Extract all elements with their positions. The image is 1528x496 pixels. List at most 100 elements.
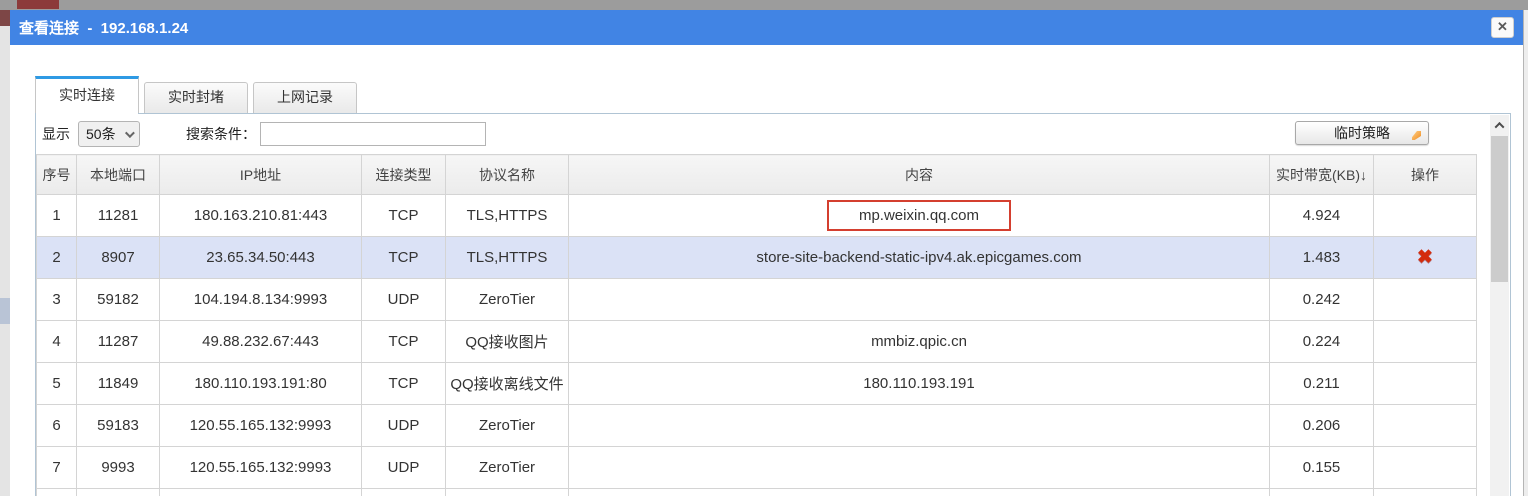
cell-protocol [446, 489, 569, 496]
cell-type: TCP [362, 363, 446, 405]
cell-ip [160, 489, 362, 496]
close-icon[interactable]: ✕ [1491, 17, 1514, 38]
show-label: 显示 [42, 124, 70, 144]
cell-content: mmbiz.qpic.cn [569, 321, 1270, 363]
chevron-down-icon [125, 128, 135, 138]
dialog-title: 查看连接 - 192.168.1.24 [10, 17, 188, 38]
col-connection-type: 连接类型 [362, 155, 446, 195]
table-row[interactable]: 79993120.55.165.132:9993UDPZeroTier 0.155 [37, 447, 1477, 489]
cell-type [362, 489, 446, 496]
cell-port: 11281 [77, 195, 160, 237]
dialog-body: 实时连接 实时封堵 上网记录 显示 50条 搜索条件： [10, 55, 1523, 496]
cell-op [1374, 447, 1477, 489]
cell-protocol: TLS,HTTPS [446, 237, 569, 279]
connections-table: 序号 本地端口 IP地址 连接类型 协议名称 内容 实时带宽(KB)↓ 操作 1… [36, 154, 1477, 496]
cell-port: 11287 [77, 321, 160, 363]
cell-op [1374, 405, 1477, 447]
background-page-scrollbar [1523, 10, 1528, 496]
screen: 查看连接 - 192.168.1.24 ✕ 实时连接 实时封堵 上网记录 显示 … [0, 0, 1528, 496]
panel-scrollbar[interactable] [1490, 115, 1509, 496]
cell-port: 8907 [77, 237, 160, 279]
col-index: 序号 [37, 155, 77, 195]
temporary-policy-button[interactable]: 临时策略 [1295, 121, 1429, 145]
cell-no [37, 489, 77, 496]
cell-type: UDP [362, 279, 446, 321]
cell-no: 7 [37, 447, 77, 489]
col-realtime-bandwidth-sort[interactable]: 实时带宽(KB)↓ [1270, 155, 1374, 195]
cell-op [1374, 279, 1477, 321]
cell-no: 5 [37, 363, 77, 405]
cell-protocol: QQ接收离线文件 [446, 363, 569, 405]
cell-op [1374, 195, 1477, 237]
table-row[interactable]: 111281180.163.210.81:443TCPTLS,HTTPS mp.w… [37, 195, 1477, 237]
cell-type: TCP [362, 237, 446, 279]
col-local-port: 本地端口 [77, 155, 160, 195]
cell-type: UDP [362, 447, 446, 489]
flagged-domain-box: mp.weixin.qq.com [827, 200, 1011, 231]
cell-content: 180.110.193.191 [569, 363, 1270, 405]
page-size-value: 50条 [86, 124, 116, 144]
col-protocol-name: 协议名称 [446, 155, 569, 195]
cell-no: 3 [37, 279, 77, 321]
cell-no: 6 [37, 405, 77, 447]
cell-protocol: ZeroTier [446, 405, 569, 447]
cell-protocol: ZeroTier [446, 447, 569, 489]
table-row[interactable]: 41128749.88.232.67:443TCPQQ接收图片mmbiz.qpi… [37, 321, 1477, 363]
search-input[interactable] [260, 122, 486, 146]
cell-no: 2 [37, 237, 77, 279]
cell-bandwidth [1270, 489, 1374, 496]
cell-op: ✖ [1374, 237, 1477, 279]
toolbar: 显示 50条 搜索条件： 临时策略 [36, 114, 1510, 154]
search-label: 搜索条件： [186, 124, 256, 144]
tab-browsing-history[interactable]: 上网记录 [253, 82, 357, 113]
cell-bandwidth: 0.206 [1270, 405, 1374, 447]
cell-no: 1 [37, 195, 77, 237]
cell-content: store-site-backend-static-ipv4.ak.epicga… [569, 237, 1270, 279]
tab-realtime-blocking[interactable]: 实时封堵 [144, 82, 248, 113]
table-row[interactable]: 659183120.55.165.132:9993UDPZeroTier0.20… [37, 405, 1477, 447]
cell-protocol: QQ接收图片 [446, 321, 569, 363]
cell-bandwidth: 4.924 [1270, 195, 1374, 237]
cell-ip: 23.65.34.50:443 [160, 237, 362, 279]
cell-ip: 120.55.165.132:9993 [160, 405, 362, 447]
background-fragment [0, 10, 10, 26]
table-row[interactable] [37, 489, 1477, 496]
cell-bandwidth: 0.155 [1270, 447, 1374, 489]
cell-op [1374, 489, 1477, 496]
edit-pencil-icon [1412, 131, 1421, 140]
cell-op [1374, 363, 1477, 405]
connections-table-wrap: 序号 本地端口 IP地址 连接类型 协议名称 内容 实时带宽(KB)↓ 操作 1… [36, 154, 1476, 496]
col-content: 内容 [569, 155, 1270, 195]
cell-op [1374, 321, 1477, 363]
cell-content [569, 279, 1270, 321]
cell-protocol: TLS,HTTPS [446, 195, 569, 237]
cell-content [569, 489, 1270, 496]
cell-ip: 120.55.165.132:9993 [160, 447, 362, 489]
background-tab-fragment [17, 0, 59, 9]
page-size-select[interactable]: 50条 [78, 121, 140, 147]
cell-ip: 180.110.193.191:80 [160, 363, 362, 405]
table-row[interactable]: 2890723.65.34.50:443TCPTLS,HTTPSstore-si… [37, 237, 1477, 279]
dialog-titlebar: 查看连接 - 192.168.1.24 ✕ [10, 10, 1523, 45]
cell-port [77, 489, 160, 496]
background-fragment [0, 298, 10, 324]
table-body: 111281180.163.210.81:443TCPTLS,HTTPSmp.w… [37, 195, 1477, 496]
table-row[interactable]: 359182104.194.8.134:9993UDPZeroTier0.242 [37, 279, 1477, 321]
cell-type: TCP [362, 321, 446, 363]
cell-type: UDP [362, 405, 446, 447]
connections-panel: 显示 50条 搜索条件： 临时策略 [35, 113, 1511, 496]
cell-type: TCP [362, 195, 446, 237]
cell-port: 9993 [77, 447, 160, 489]
cell-port: 59182 [77, 279, 160, 321]
block-x-icon[interactable]: ✖ [1417, 247, 1433, 268]
cell-protocol: ZeroTier [446, 279, 569, 321]
view-connections-dialog: 查看连接 - 192.168.1.24 ✕ 实时连接 实时封堵 上网记录 显示 … [10, 10, 1523, 496]
scroll-up-icon[interactable] [1490, 115, 1509, 135]
cell-ip: 104.194.8.134:9993 [160, 279, 362, 321]
table-row[interactable]: 511849180.110.193.191:80TCPQQ接收离线文件180.1… [37, 363, 1477, 405]
scrollbar-thumb[interactable] [1491, 136, 1508, 282]
background-page-left [0, 10, 10, 496]
cell-ip: 180.163.210.81:443 [160, 195, 362, 237]
cell-no: 4 [37, 321, 77, 363]
tab-realtime-connections[interactable]: 实时连接 [35, 76, 139, 113]
